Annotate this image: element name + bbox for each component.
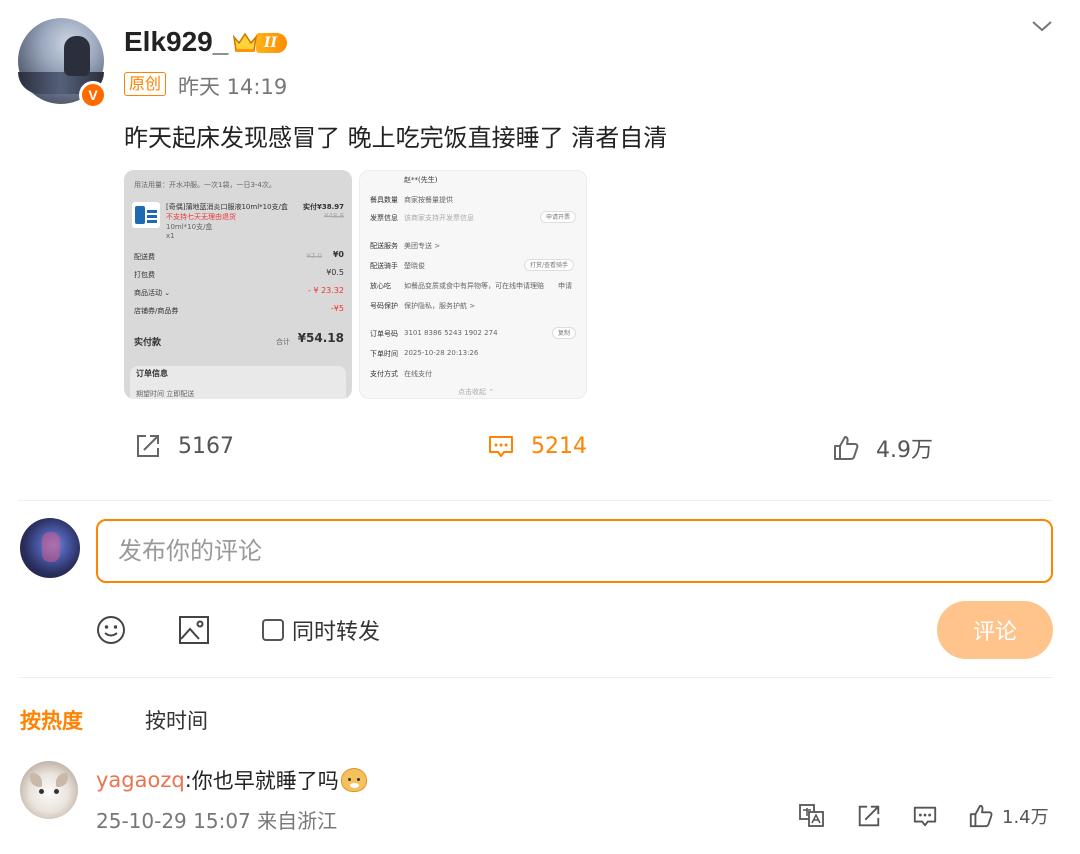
avatar-figure <box>64 36 90 76</box>
like-button[interactable]: 4.9万 <box>832 432 933 464</box>
post-text: 昨天起床发现感冒了 晚上吃完饭直接睡了 清者自清 <box>124 124 668 152</box>
order-time: 2025-10-28 20:13:26 <box>404 349 479 357</box>
product-spec: 10ml*10支/盒 <box>166 223 213 231</box>
row-label: 订单号码 <box>370 330 398 338</box>
row-value: 如餐品变质或食中有异物等，可在线申请理赔 <box>404 282 544 290</box>
row-value: 在线支付 <box>404 370 432 378</box>
divider <box>18 677 1053 678</box>
sort-by-time-tab[interactable]: 按时间 <box>145 705 208 735</box>
promo-value: - ¥ 23.32 <box>308 286 344 295</box>
avatar-eye <box>54 789 59 794</box>
row-label: 配送服务 <box>370 242 398 250</box>
comment-icon <box>489 436 513 457</box>
my-avatar[interactable] <box>20 518 80 578</box>
product-qty: x1 <box>166 232 175 240</box>
comment-actions: 1.4万 <box>798 803 1049 829</box>
collapse-link[interactable]: 点击收起 ⌃ <box>458 387 494 397</box>
total-value: ¥54.18 <box>297 331 344 345</box>
author-name[interactable]: Elk929_ <box>124 26 228 58</box>
promo-label: 商品活动 ⌄ <box>134 289 171 297</box>
share-count: 5167 <box>178 433 234 459</box>
recipient: 赵**(先生) <box>404 176 438 184</box>
commenter-name[interactable]: yagaozq <box>96 768 185 792</box>
submit-comment-button[interactable]: 评论 <box>937 601 1053 659</box>
row-label: 放心吃 <box>370 282 391 290</box>
divider <box>18 500 1053 501</box>
invoice-chip[interactable]: 申请开票 <box>540 211 577 223</box>
thumbs-up-icon <box>969 804 993 828</box>
usage-text: 用法用量：开水冲服。一次1袋，一日3-4次。 <box>134 181 276 189</box>
coupon-label: 店铺券/商品券 <box>134 307 179 315</box>
product-orig-price: ¥48.8 <box>323 212 344 220</box>
product-name: [奇偶]蒲地蓝消炎口服液10ml*10支/盒 <box>166 203 288 211</box>
sort-by-hot-tab[interactable]: 按热度 <box>20 705 83 735</box>
comment-button[interactable]: 5214 <box>487 432 587 460</box>
row-value: 该商家支持开发票信息 <box>404 214 474 222</box>
vip-badge[interactable]: II <box>232 31 288 55</box>
row-label: 支付方式 <box>370 370 398 378</box>
comment-like-count: 1.4万 <box>1002 807 1049 828</box>
pack-label: 打包费 <box>134 271 155 279</box>
repost-label: 同时转发 <box>292 620 381 645</box>
row-label: 下单时间 <box>370 350 398 358</box>
fee-strike: ¥2.0 <box>306 252 322 260</box>
checkbox-icon[interactable] <box>262 619 284 641</box>
vip-level: II <box>256 33 288 53</box>
original-tag: 原创 <box>124 72 167 96</box>
avatar-ear <box>30 773 42 787</box>
comment-meta: 25-10-29 15:07 来自浙江 <box>96 809 338 833</box>
doge-emoji-icon <box>340 768 367 792</box>
coupon-value: -¥5 <box>330 304 344 313</box>
verified-icon: V <box>79 81 107 109</box>
share-icon[interactable] <box>856 803 882 829</box>
claim-chip[interactable]: 申请 <box>558 281 572 291</box>
row-label: 餐具数量 <box>370 196 398 204</box>
pack-value: ¥0.5 <box>326 268 344 277</box>
order-number: 3101 8386 5243 1902 274 <box>404 329 498 337</box>
row-label: 配送骑手 <box>370 262 398 270</box>
repost-checkbox[interactable]: 同时转发 <box>262 614 380 646</box>
commenter-avatar[interactable] <box>20 761 78 819</box>
emoji-icon[interactable] <box>96 615 126 649</box>
like-count: 4.9万 <box>876 438 933 463</box>
medicine-icon <box>132 202 160 228</box>
row-value: 保护隐私，服务护航 > <box>404 302 476 310</box>
crown-icon <box>232 32 258 54</box>
total-label: 实付款 <box>134 338 162 348</box>
fee-label: 配送费 <box>134 253 155 261</box>
translate-icon[interactable] <box>798 803 826 829</box>
order-info-title: 订单信息 <box>136 369 168 378</box>
post-time: 昨天 14:19 <box>178 75 288 99</box>
expected-time: 期望时间 立即配送 <box>136 390 195 398</box>
post-image-order[interactable]: 赵**(先生) 餐具数量 商家按餐量提供 发票信息 该商家支持开发票信息 申请开… <box>359 170 587 399</box>
row-label: 发票信息 <box>370 214 398 222</box>
row-value: 商家按餐量提供 <box>404 196 453 204</box>
comment-like-button[interactable]: 1.4万 <box>968 803 1049 829</box>
image-icon[interactable] <box>178 615 210 649</box>
reply-icon[interactable] <box>912 803 938 829</box>
chevron-down-icon[interactable] <box>1030 14 1054 38</box>
row-label: 号码保护 <box>370 302 398 310</box>
post-image-receipt[interactable]: 用法用量：开水冲服。一次1袋，一日3-4次。 [奇偶]蒲地蓝消炎口服液10ml*… <box>124 170 352 399</box>
thumbs-up-icon <box>834 436 859 460</box>
copy-chip[interactable]: 复制 <box>552 327 577 339</box>
avatar-ear <box>56 773 68 787</box>
comment-text: 你也早就睡了吗 <box>191 769 339 793</box>
product-price: 实付¥38.97 <box>302 203 344 211</box>
row-value: 楚晓俊 <box>404 262 425 270</box>
share-icon <box>137 435 159 457</box>
total-prefix: 合计 <box>276 338 290 346</box>
fee-value: ¥0 <box>332 250 344 259</box>
product-tag: 不支持七天无理由退货 <box>166 213 236 221</box>
comment-input[interactable] <box>96 519 1053 583</box>
share-button[interactable]: 5167 <box>134 432 234 460</box>
avatar-eye <box>39 789 44 794</box>
row-value: 美团专送 > <box>404 242 441 250</box>
comment-body: yagaozq : 你也早就睡了吗 <box>96 765 367 795</box>
rider-chip[interactable]: 打赏/查看骑手 <box>524 259 575 271</box>
comment-count: 5214 <box>531 433 587 459</box>
comment-separator: : <box>184 768 192 792</box>
